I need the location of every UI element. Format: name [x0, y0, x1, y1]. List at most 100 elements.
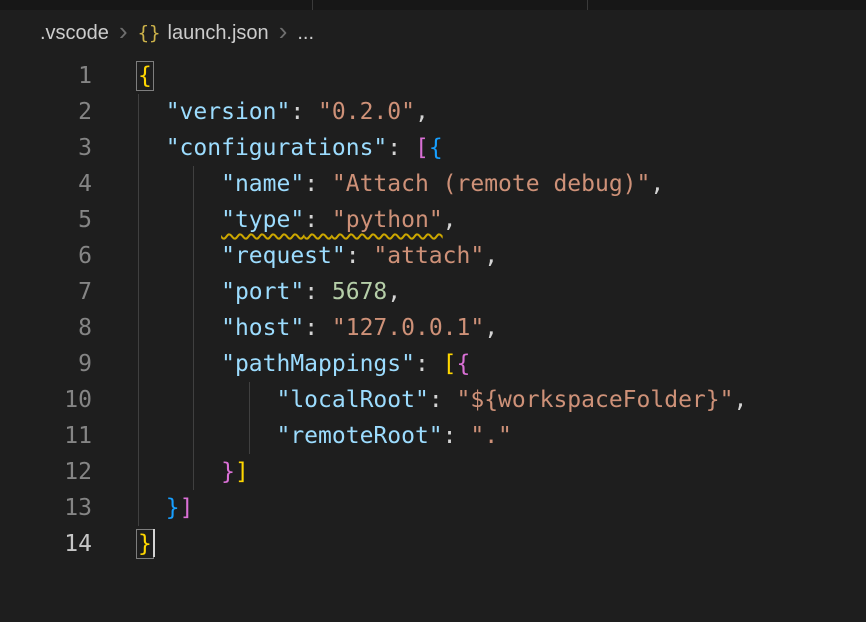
breadcrumb-more[interactable]: ... — [297, 22, 314, 45]
indent-guide — [138, 382, 139, 418]
line-content[interactable]: "pathMappings": [{ — [138, 346, 866, 382]
code-token: "version" — [166, 99, 291, 125]
tab-divider — [587, 0, 588, 10]
indent-guide — [249, 418, 250, 454]
code-token: "0.2.0" — [318, 99, 415, 125]
code-line: 7 "port": 5678, — [0, 274, 866, 310]
indent-guide — [193, 202, 194, 238]
code-token: "${workspaceFolder}" — [457, 387, 734, 413]
indent-guide — [138, 418, 139, 454]
editor-lines: 1{2 "version": "0.2.0",3 "configurations… — [0, 58, 866, 562]
code-token: : — [346, 243, 374, 269]
indent-spaces — [138, 135, 166, 161]
indent-spaces — [138, 171, 221, 197]
code-token: "name" — [221, 171, 304, 197]
code-token: ] — [180, 495, 194, 521]
code-token: "host" — [221, 315, 304, 341]
line-content[interactable]: "type": "python", — [138, 202, 866, 238]
indent-guide — [138, 274, 139, 310]
line-number[interactable]: 7 — [0, 274, 92, 310]
line-content[interactable]: }] — [138, 490, 866, 526]
code-line: 1{ — [0, 58, 866, 94]
code-line: 8 "host": "127.0.0.1", — [0, 310, 866, 346]
code-token: : — [304, 315, 332, 341]
line-content[interactable]: }] — [138, 454, 866, 490]
indent-spaces — [138, 351, 221, 377]
code-token: : — [429, 387, 457, 413]
code-token: : — [304, 279, 332, 305]
line-number[interactable]: 6 — [0, 238, 92, 274]
indent-guide — [138, 166, 139, 202]
line-content[interactable]: "host": "127.0.0.1", — [138, 310, 866, 346]
line-number[interactable]: 9 — [0, 346, 92, 382]
line-content[interactable]: "name": "Attach (remote debug)", — [138, 166, 866, 202]
code-token: : — [415, 351, 443, 377]
indent-guide — [193, 166, 194, 202]
line-number[interactable]: 10 — [0, 382, 92, 418]
indent-guide — [138, 454, 139, 490]
code-token: "attach" — [373, 243, 484, 269]
line-number[interactable]: 12 — [0, 454, 92, 490]
code-token: "Attach (remote debug)" — [332, 171, 651, 197]
line-number[interactable]: 8 — [0, 310, 92, 346]
line-content[interactable]: "localRoot": "${workspaceFolder}", — [138, 382, 866, 418]
code-token: , — [484, 243, 498, 269]
indent-spaces — [138, 99, 166, 125]
indent-spaces — [138, 459, 221, 485]
code-token: "port" — [221, 279, 304, 305]
code-token: "127.0.0.1" — [332, 315, 484, 341]
line-number[interactable]: 5 — [0, 202, 92, 238]
line-content[interactable]: "remoteRoot": "." — [138, 418, 866, 454]
indent-guide — [138, 202, 139, 238]
line-number[interactable]: 11 — [0, 418, 92, 454]
indent-guide — [193, 238, 194, 274]
line-number[interactable]: 2 — [0, 94, 92, 130]
code-token: , — [484, 315, 498, 341]
indent-spaces — [138, 243, 221, 269]
indent-spaces — [138, 387, 276, 413]
indent-guide — [193, 310, 194, 346]
chevron-right-icon: › — [119, 21, 128, 41]
code-token: "python" — [332, 207, 443, 233]
line-content[interactable]: "version": "0.2.0", — [138, 94, 866, 130]
indent-guide — [138, 490, 139, 526]
line-content[interactable]: "configurations": [{ — [138, 130, 866, 166]
breadcrumb-file[interactable]: {} launch.json — [138, 22, 269, 45]
code-token: { — [429, 135, 443, 161]
line-content[interactable]: "request": "attach", — [138, 238, 866, 274]
code-token: ] — [235, 459, 249, 485]
editor[interactable]: 1{2 "version": "0.2.0",3 "configurations… — [0, 56, 866, 562]
code-line: 5 "type": "python", — [0, 202, 866, 238]
tab-bar-edge — [0, 0, 866, 10]
code-token: : — [290, 99, 318, 125]
code-line: 2 "version": "0.2.0", — [0, 94, 866, 130]
line-number[interactable]: 3 — [0, 130, 92, 166]
code-line: 12 }] — [0, 454, 866, 490]
code-token: : — [387, 135, 415, 161]
indent-spaces — [138, 495, 166, 521]
line-number[interactable]: 4 — [0, 166, 92, 202]
code-line: 10 "localRoot": "${workspaceFolder}", — [0, 382, 866, 418]
text-cursor — [153, 529, 155, 557]
line-content[interactable]: } — [138, 526, 866, 562]
line-number[interactable]: 14 — [0, 526, 92, 562]
code-token: "remoteRoot" — [276, 423, 442, 449]
line-content[interactable]: "port": 5678, — [138, 274, 866, 310]
code-token: "configurations" — [166, 135, 388, 161]
line-number[interactable]: 13 — [0, 490, 92, 526]
code-line: 6 "request": "attach", — [0, 238, 866, 274]
line-number[interactable]: 1 — [0, 58, 92, 94]
indent-guide — [138, 94, 139, 130]
indent-spaces — [138, 423, 276, 449]
indent-spaces — [138, 207, 221, 233]
code-line: 11 "remoteRoot": "." — [0, 418, 866, 454]
code-token: { — [457, 351, 471, 377]
indent-guide — [249, 382, 250, 418]
line-content[interactable]: { — [138, 58, 866, 94]
code-line: 13 }] — [0, 490, 866, 526]
code-token: , — [733, 387, 747, 413]
code-token: "type" — [221, 207, 304, 233]
breadcrumb-folder[interactable]: .vscode — [40, 22, 109, 45]
chevron-right-icon: › — [279, 21, 288, 41]
matched-bracket: { — [138, 63, 152, 89]
